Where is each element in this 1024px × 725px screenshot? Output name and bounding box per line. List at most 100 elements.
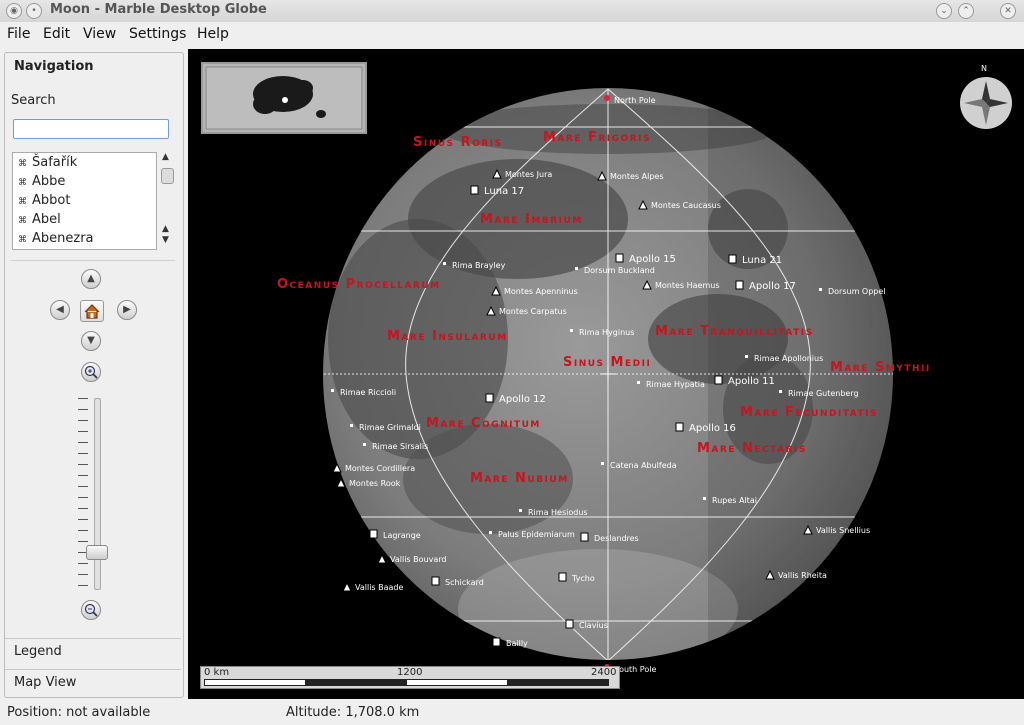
list-item[interactable]: ⌘ Abenezra bbox=[13, 229, 156, 248]
minimize-icon[interactable]: ⌄ bbox=[936, 3, 952, 19]
feature-montes-haemus[interactable]: Montes Haemus bbox=[642, 279, 720, 290]
zoom-out-icon bbox=[84, 603, 98, 617]
feature-palus-epidemiarum[interactable]: Palus Epidemiarum bbox=[489, 530, 575, 539]
mare-label-mare-imbrium[interactable]: Mare Imbrium bbox=[480, 212, 583, 227]
feature-montes-caucasus[interactable]: Montes Caucasus bbox=[638, 199, 721, 210]
feature-label: Vallis Rheita bbox=[778, 571, 827, 580]
feature-clavius[interactable]: Clavius bbox=[565, 619, 608, 630]
feature-dorsum-buckland[interactable]: Dorsum Buckland bbox=[575, 266, 655, 275]
mare-label-mare-frigoris[interactable]: Mare Frigoris bbox=[543, 130, 651, 145]
mare-label-mare-nubium[interactable]: Mare Nubium bbox=[470, 471, 569, 486]
compass-north-label: N bbox=[981, 64, 987, 73]
feature-montes-carpatus[interactable]: Montes Carpatus bbox=[486, 305, 567, 316]
moon-globe[interactable]: Sinus Roris Mare Frigoris Mare Imbrium Ocea… bbox=[188, 49, 1024, 699]
mare-label-sinus-roris[interactable]: Sinus Roris bbox=[413, 135, 502, 150]
feature-label: North Pole bbox=[614, 96, 656, 105]
feature-rimae-riccioli[interactable]: Rimae Riccioli bbox=[331, 388, 396, 397]
status-bar: Position: not available Altitude: 1,708.… bbox=[0, 701, 1024, 725]
mare-label-mare-tranquillitatis[interactable]: Mare Tranquillitatis bbox=[655, 324, 814, 339]
crater-list[interactable]: ⌘ Šafařík ⌘ Abbe ⌘ Abbot ⌘ Abel ⌘ Abenezra bbox=[12, 152, 157, 250]
list-item[interactable]: ⌘ Abbe bbox=[13, 172, 156, 191]
feature-rimae-apollonius[interactable]: Rimae Apollonius bbox=[745, 354, 823, 363]
zoom-slider[interactable] bbox=[94, 398, 101, 590]
compass[interactable] bbox=[960, 77, 1012, 129]
close-icon[interactable]: ✕ bbox=[1000, 3, 1016, 19]
search-input[interactable] bbox=[13, 119, 169, 139]
search-label: Search bbox=[11, 93, 56, 108]
scroll-down-icon[interactable]: ▲ bbox=[162, 224, 169, 234]
maximize-icon[interactable]: ⌃ bbox=[958, 3, 974, 19]
feature-rima-hesiodus[interactable]: Rima Hesiodus bbox=[519, 508, 588, 517]
feature-label: Montes Carpatus bbox=[499, 307, 567, 316]
feature-rimae-hypatia[interactable]: Rimae Hypatia bbox=[637, 380, 705, 389]
navigation-title: Navigation bbox=[14, 59, 94, 74]
scale-segment bbox=[507, 679, 609, 686]
feature-dorsum-oppel[interactable]: Dorsum Oppel bbox=[819, 287, 886, 296]
feature-label: Rimae Gutenberg bbox=[788, 389, 859, 398]
pin-icon[interactable]: • bbox=[26, 3, 42, 19]
list-scrollbar[interactable]: ▲ ▲ ▼ bbox=[160, 152, 174, 248]
compass-rose-icon bbox=[964, 81, 1008, 125]
menu-view[interactable]: View bbox=[83, 26, 116, 42]
mare-label-sinus-medii[interactable]: Sinus Medii bbox=[563, 355, 651, 370]
feature-catena-abulfeda[interactable]: Catena Abulfeda bbox=[601, 461, 677, 470]
overview-map[interactable] bbox=[201, 62, 367, 134]
feature-rimae-grimaldi[interactable]: Rimae Grimaldi bbox=[350, 423, 421, 432]
feature-point-icon bbox=[575, 267, 578, 270]
feature-rima-hyginus[interactable]: Rima Hyginus bbox=[570, 328, 634, 337]
mare-label-oceanus-procellarum[interactable]: Oceanus Procellarum bbox=[277, 277, 441, 292]
feature-label: Apollo 11 bbox=[728, 376, 775, 387]
feature-vallis-bouvard[interactable]: Vallis Bouvard bbox=[377, 553, 446, 564]
move-left-button[interactable]: ◀ bbox=[50, 300, 70, 320]
list-item[interactable]: ⌘ Abel bbox=[13, 210, 156, 229]
mare-label-mare-nectaris[interactable]: Mare Nectaris bbox=[697, 441, 807, 456]
mare-label-mare-insularum[interactable]: Mare Insularum bbox=[387, 329, 508, 344]
feature-label: South Pole bbox=[614, 665, 656, 674]
feature-label: Montes Rook bbox=[349, 479, 401, 488]
list-item[interactable]: ⌘ Šafařík bbox=[13, 153, 156, 172]
menu-settings[interactable]: Settings bbox=[129, 26, 186, 42]
menu-edit[interactable]: Edit bbox=[43, 26, 70, 42]
scroll-up-icon[interactable]: ▲ bbox=[162, 152, 169, 162]
feature-bailly[interactable]: Bailly bbox=[492, 637, 528, 648]
mare-label-mare-smythii[interactable]: Mare Smythii bbox=[830, 360, 931, 375]
feature-montes-cordillera[interactable]: Montes Cordillera bbox=[332, 462, 415, 473]
landing-site-icon bbox=[728, 254, 737, 264]
scroll-bottom-icon[interactable]: ▼ bbox=[162, 235, 169, 245]
zoom-slider-thumb[interactable] bbox=[86, 545, 108, 560]
move-right-button[interactable]: ▶ bbox=[117, 300, 137, 320]
feature-point-icon bbox=[703, 497, 706, 500]
scroll-thumb[interactable] bbox=[161, 168, 174, 184]
scale-segment bbox=[305, 679, 407, 686]
landing-site-icon bbox=[470, 185, 479, 195]
map-view[interactable]: Sinus Roris Mare Frigoris Mare Imbrium Ocea… bbox=[188, 49, 1024, 699]
move-down-button[interactable]: ▼ bbox=[81, 331, 101, 351]
landing-site-icon bbox=[431, 576, 440, 586]
zoom-in-button[interactable] bbox=[81, 362, 101, 382]
feature-label: Rima Brayley bbox=[452, 261, 506, 270]
feature-rupes-altai[interactable]: Rupes Altai bbox=[703, 496, 757, 505]
feature-rimae-sirsalis[interactable]: Rimae Sirsalis bbox=[363, 442, 428, 451]
feature-tycho[interactable]: Tycho bbox=[558, 572, 595, 583]
menu-help[interactable]: Help bbox=[197, 26, 229, 42]
feature-vallis-baade[interactable]: Vallis Baade bbox=[342, 581, 404, 592]
home-button[interactable] bbox=[80, 300, 104, 322]
menu-file[interactable]: File bbox=[7, 26, 30, 42]
list-item[interactable]: ⌘ Abbot bbox=[13, 191, 156, 210]
feature-montes-apenninus[interactable]: Montes Apenninus bbox=[491, 285, 578, 296]
status-altitude: Altitude: 1,708.0 km bbox=[286, 705, 420, 720]
tab-legend[interactable]: Legend bbox=[5, 638, 181, 667]
zoom-out-button[interactable] bbox=[81, 600, 101, 620]
feature-point-icon bbox=[819, 288, 822, 291]
move-up-button[interactable]: ▲ bbox=[81, 269, 101, 289]
feature-label: Rimae Riccioli bbox=[340, 388, 396, 397]
app-menu-icon[interactable]: ◉ bbox=[6, 3, 22, 19]
landing-site-icon bbox=[580, 532, 589, 542]
mare-label-mare-fecunditatis[interactable]: Mare Fecunditatis bbox=[740, 405, 878, 420]
scale-segment bbox=[204, 679, 306, 686]
feature-label: Rupes Altai bbox=[712, 496, 757, 505]
tab-map-view[interactable]: Map View bbox=[5, 669, 181, 698]
feature-rimae-gutenberg[interactable]: Rimae Gutenberg bbox=[779, 389, 859, 398]
mare-label-mare-cognitum[interactable]: Mare Cognitum bbox=[426, 416, 541, 431]
feature-rima-brayley[interactable]: Rima Brayley bbox=[443, 261, 506, 270]
